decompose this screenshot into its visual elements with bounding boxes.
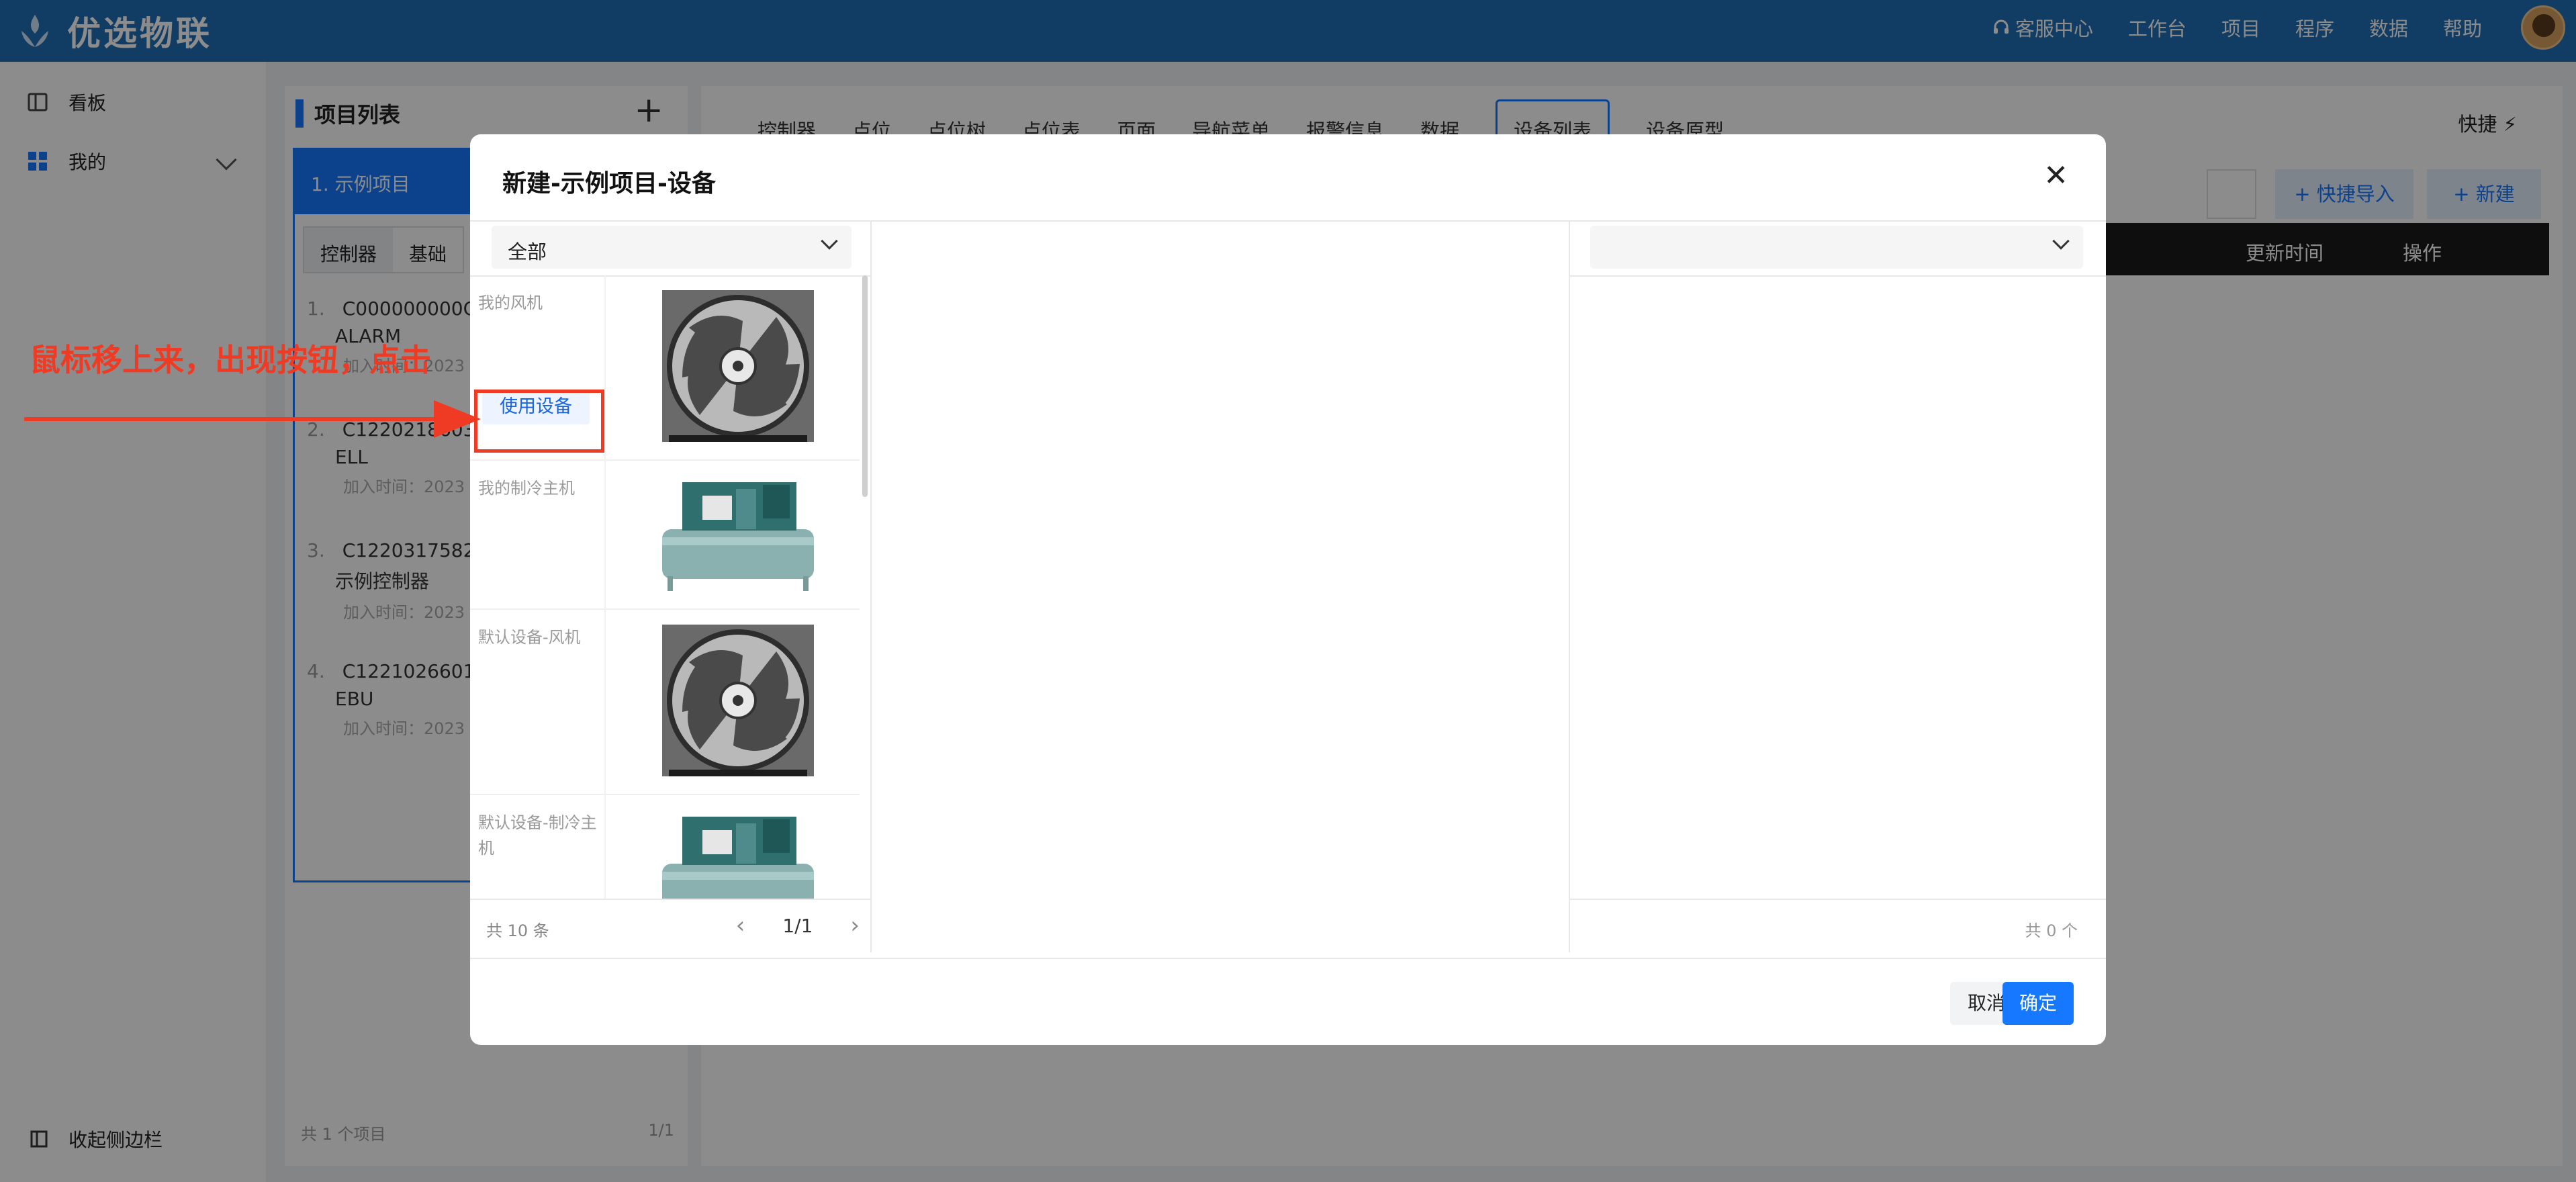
confirm-button[interactable]: 确定 bbox=[2003, 982, 2074, 1025]
divider bbox=[1569, 222, 1570, 952]
device-template-list: 我的风机 使用设备 我的制冷主机 默认设备-风机 默认设备-制冷主机 bbox=[470, 275, 868, 899]
total-count: 共 10 条 bbox=[486, 921, 549, 940]
annotation-text: 鼠标移上来，出现按钮，点击 bbox=[30, 342, 431, 378]
prev-page-icon[interactable]: ‹ bbox=[736, 912, 745, 939]
chevron-down-icon bbox=[821, 232, 838, 250]
list-scrollbar[interactable] bbox=[862, 275, 868, 497]
divider bbox=[470, 958, 2106, 959]
annotation-highlight bbox=[474, 390, 604, 453]
chiller-icon bbox=[662, 482, 814, 591]
dialog-title: 新建-示例项目-设备 bbox=[502, 170, 716, 197]
next-page-icon[interactable]: › bbox=[850, 912, 860, 939]
list-pagination: 共 10 条 ‹ 1/1 › bbox=[486, 912, 860, 941]
new-device-dialog: 新建-示例项目-设备 ✕ 全部 我的风机 使用设备 我的制冷主机 默认设备-风机… bbox=[470, 134, 2106, 1045]
fan-image bbox=[662, 290, 814, 442]
device-name: 我的风机 bbox=[478, 293, 543, 312]
chiller-icon bbox=[662, 817, 814, 899]
page-indicator: 1/1 bbox=[782, 914, 813, 937]
category-select[interactable]: 全部 bbox=[492, 226, 852, 269]
divider bbox=[1570, 275, 2106, 277]
annotation-arrow-icon bbox=[24, 400, 481, 438]
list-item[interactable]: 我的制冷主机 bbox=[470, 461, 860, 610]
fan-image bbox=[662, 625, 814, 776]
divider bbox=[604, 461, 606, 608]
divider bbox=[1570, 899, 2106, 900]
divider bbox=[870, 222, 872, 952]
pager: ‹ 1/1 › bbox=[736, 912, 860, 939]
category-select-value: 全部 bbox=[508, 240, 547, 263]
device-name: 我的制冷主机 bbox=[478, 479, 575, 498]
divider bbox=[604, 610, 606, 794]
fan-icon bbox=[662, 625, 814, 776]
list-item[interactable]: 默认设备-制冷主机 bbox=[470, 795, 860, 899]
device-name: 默认设备-制冷主机 bbox=[478, 813, 597, 858]
chevron-down-icon bbox=[2052, 232, 2070, 250]
divider bbox=[470, 899, 870, 900]
close-icon[interactable]: ✕ bbox=[2043, 158, 2068, 193]
list-item[interactable]: 默认设备-风机 bbox=[470, 610, 860, 795]
selected-count: 共 0 个 bbox=[2025, 921, 2078, 940]
fan-icon bbox=[662, 290, 814, 442]
divider bbox=[470, 220, 2106, 222]
device-select[interactable] bbox=[1590, 226, 2083, 269]
divider bbox=[604, 795, 606, 899]
chiller-image bbox=[662, 475, 814, 591]
device-name: 默认设备-风机 bbox=[478, 628, 581, 647]
divider bbox=[604, 275, 606, 459]
chiller-image bbox=[662, 810, 814, 899]
